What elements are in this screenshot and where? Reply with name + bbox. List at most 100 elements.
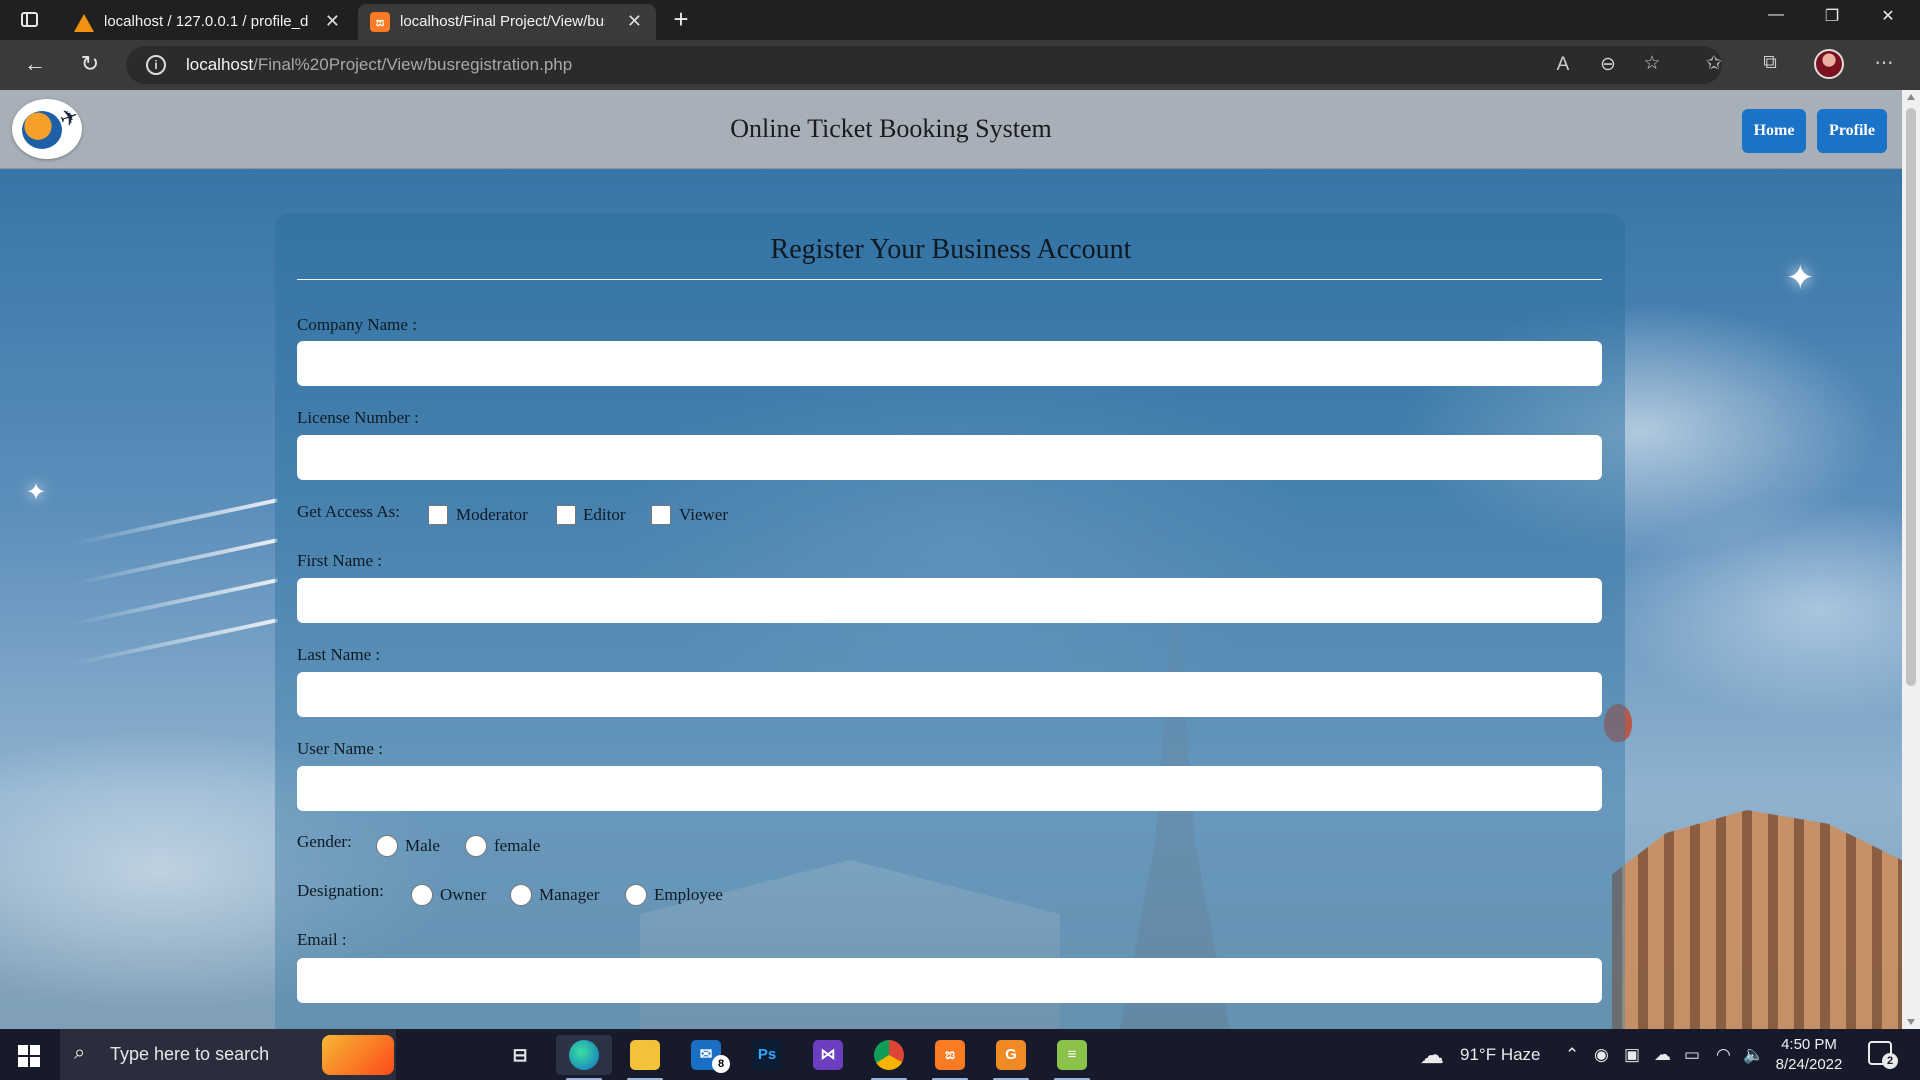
taskbar-search-placeholder: Type here to search <box>110 1044 270 1064</box>
jet-trail-decoration <box>71 538 279 586</box>
task-view-icon[interactable]: ⊟ <box>492 1035 548 1075</box>
notepad-icon[interactable]: ≡ <box>1044 1035 1100 1080</box>
show-hidden-icons[interactable]: ⌃ <box>1565 1045 1579 1065</box>
heading-divider <box>297 279 1602 280</box>
jet-trail-decoration <box>71 618 279 666</box>
read-aloud-icon[interactable]: A <box>1549 54 1577 76</box>
site-info-icon[interactable]: i <box>146 55 166 75</box>
battery-icon[interactable]: ▭ <box>1684 1045 1700 1065</box>
file-explorer-icon[interactable] <box>617 1035 673 1080</box>
new-tab-icon[interactable]: + <box>666 4 696 35</box>
url-host: localhost <box>186 55 254 74</box>
volume-icon[interactable]: 🔈 <box>1743 1045 1764 1065</box>
record-icon[interactable]: ◉ <box>1594 1045 1609 1065</box>
mail-icon[interactable]: ✉ 8 <box>678 1035 734 1075</box>
scrollbar-thumb[interactable] <box>1906 108 1916 686</box>
license-number-label: License Number : <box>297 408 419 427</box>
company-name-label: Company Name : <box>297 315 417 334</box>
xampp-taskbar-icon[interactable]: ಙ <box>922 1035 978 1080</box>
chrome-icon[interactable] <box>861 1035 917 1080</box>
url-text: localhost/Final%20Project/View/busregist… <box>186 55 572 75</box>
taskbar-search[interactable]: ⌕ Type here to search <box>60 1029 396 1080</box>
tab-busregistration[interactable]: ಙ localhost/Final Project/View/busregist… <box>358 4 656 40</box>
collections-icon[interactable]: ⧉ <box>1756 52 1784 74</box>
designation-manager-label: Manager <box>539 885 600 904</box>
tab-actions-icon[interactable] <box>18 8 42 32</box>
user-name-input[interactable] <box>297 766 1602 811</box>
wifi-icon[interactable]: ◠ <box>1716 1045 1731 1065</box>
email-input[interactable] <box>297 958 1602 1003</box>
edge-taskbar-icon[interactable] <box>556 1035 612 1080</box>
jet-trail-decoration <box>71 578 279 626</box>
last-name-input[interactable] <box>297 672 1602 717</box>
photoshop-label: Ps <box>752 1040 782 1070</box>
jet-trail-decoration <box>71 498 279 546</box>
notification-count: 2 <box>1882 1053 1898 1069</box>
gender-label: Gender: <box>297 832 352 851</box>
zoom-out-icon[interactable]: ⊖ <box>1594 53 1622 76</box>
search-icon: ⌕ <box>74 1042 86 1064</box>
profile-avatar[interactable] <box>1814 49 1844 79</box>
moderator-checkbox[interactable] <box>428 505 448 525</box>
designation-owner-radio[interactable] <box>411 884 433 906</box>
gender-male-label: Male <box>405 836 440 855</box>
last-name-label: Last Name : <box>297 645 381 664</box>
pdf-app-icon[interactable]: G <box>983 1035 1039 1080</box>
restore-icon[interactable]: ❐ <box>1804 6 1860 26</box>
first-name-input[interactable] <box>297 578 1602 623</box>
minimize-icon[interactable]: — <box>1748 6 1804 24</box>
designation-owner-label: Owner <box>440 885 487 904</box>
page-scrollbar[interactable] <box>1902 90 1920 1029</box>
mail-badge: 8 <box>712 1055 730 1073</box>
license-number-input[interactable] <box>297 435 1602 480</box>
designation-label: Designation: <box>297 881 384 900</box>
scroll-up-icon[interactable] <box>1907 94 1915 100</box>
weather-text[interactable]: 91°F Haze <box>1460 1045 1541 1065</box>
scroll-down-icon[interactable] <box>1907 1019 1915 1025</box>
windows-start-icon[interactable] <box>18 1045 40 1067</box>
company-name-input[interactable] <box>297 341 1602 386</box>
email-label: Email : <box>297 930 347 949</box>
tab-phpmyadmin[interactable]: localhost / 127.0.0.1 / profile_db ✕ <box>62 4 354 40</box>
tab-title: localhost / 127.0.0.1 / profile_db <box>104 13 309 30</box>
close-window-icon[interactable]: ✕ <box>1860 6 1916 26</box>
clock-time: 4:50 PM <box>1781 1036 1837 1053</box>
form-heading: Register Your Business Account <box>770 234 1132 265</box>
onedrive-icon[interactable]: ☁ <box>1654 1045 1671 1065</box>
back-arrow-icon[interactable]: ← <box>20 51 50 77</box>
photoshop-icon[interactable]: Ps <box>739 1035 795 1075</box>
designation-manager-radio[interactable] <box>510 884 532 906</box>
gender-female-radio[interactable] <box>465 835 487 857</box>
editor-checkbox[interactable] <box>556 505 576 525</box>
refresh-icon[interactable]: ↻ <box>75 51 105 77</box>
more-options-icon[interactable]: ⋯ <box>1870 52 1898 75</box>
designation-employee-radio[interactable] <box>625 884 647 906</box>
sparkle-decoration: ✦ <box>26 479 47 506</box>
viewer-checkbox[interactable] <box>651 505 671 525</box>
designation-employee-label: Employee <box>654 885 723 904</box>
windows-taskbar: ⌕ Type here to search ⊟ ✉ 8 Ps ⋈ ಙ G ≡ ☁ … <box>0 1029 1920 1080</box>
gender-male-radio[interactable] <box>376 835 398 857</box>
xampp-icon: ಙ <box>370 12 390 32</box>
visual-studio-icon[interactable]: ⋈ <box>800 1035 856 1075</box>
notification-center-icon[interactable]: 2 <box>1868 1041 1898 1069</box>
favorites-icon[interactable]: ✩ <box>1700 52 1728 75</box>
first-name-label: First Name : <box>297 551 382 570</box>
add-favorite-icon[interactable]: ☆ <box>1638 52 1666 75</box>
close-tab-icon[interactable]: ✕ <box>627 11 642 32</box>
home-button[interactable]: Home <box>1742 109 1806 153</box>
browser-tab-strip: localhost / 127.0.0.1 / profile_db ✕ ಙ l… <box>0 0 1920 40</box>
close-tab-icon[interactable]: ✕ <box>325 11 340 32</box>
profile-button[interactable]: Profile <box>1817 109 1887 153</box>
url-field[interactable]: i localhost/Final%20Project/View/busregi… <box>126 46 1722 84</box>
access-label: Get Access As: <box>297 502 400 521</box>
site-header: ✈ Online Ticket Booking System Home Prof… <box>0 90 1902 169</box>
meet-now-icon[interactable]: ▣ <box>1624 1045 1640 1065</box>
url-path: /Final%20Project/View/busregistration.ph… <box>253 55 573 74</box>
search-highlight-icon <box>322 1035 394 1075</box>
moderator-option-label: Moderator <box>456 505 528 524</box>
gender-female-label: female <box>494 836 541 855</box>
tab-title: localhost/Final Project/View/busregistra… <box>400 13 605 30</box>
address-bar-row: ← ↻ i localhost/Final%20Project/View/bus… <box>0 40 1920 90</box>
taskbar-clock[interactable]: 4:50 PM 8/24/2022 <box>1764 1035 1854 1075</box>
